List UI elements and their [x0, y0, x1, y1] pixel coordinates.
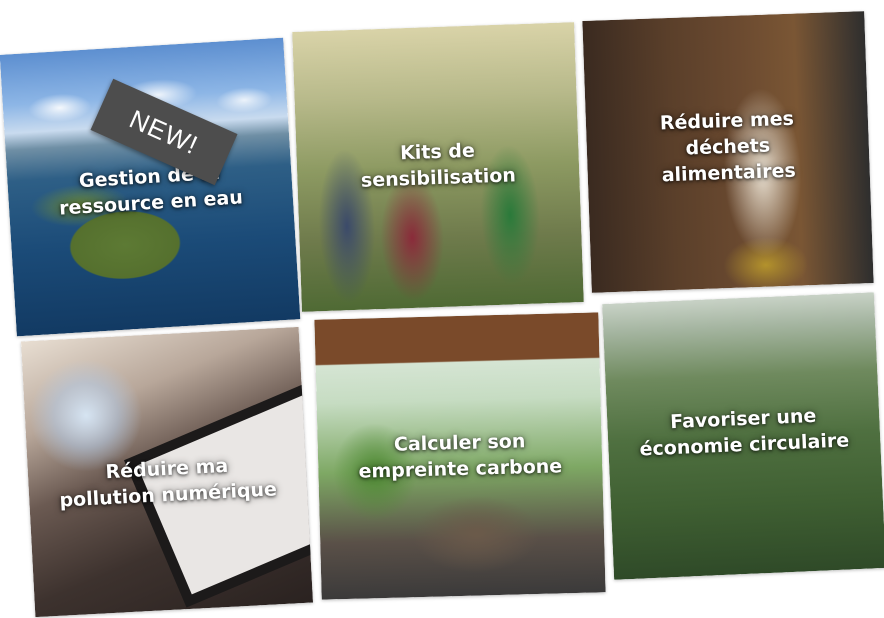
tile-awareness-kits[interactable]: Kits de sensibilisation	[292, 22, 584, 312]
tile-title: Réduire mes déchets alimentaires	[659, 107, 797, 187]
tile-carbon-footprint[interactable]: Calculer son empreinte carbone	[314, 312, 606, 600]
tile-digital-pollution[interactable]: Réduire ma pollution numérique	[20, 326, 314, 618]
tile-circular-economy[interactable]: Favoriser une économie circulaire	[602, 292, 884, 580]
tile-food-waste[interactable]: Réduire mes déchets alimentaires	[582, 11, 874, 293]
tile-title: Kits de sensibilisation	[360, 139, 517, 192]
tile-title: Calculer son empreinte carbone	[358, 430, 563, 483]
tile-water-resource[interactable]: Gestion de la ressource en eau	[0, 37, 301, 337]
